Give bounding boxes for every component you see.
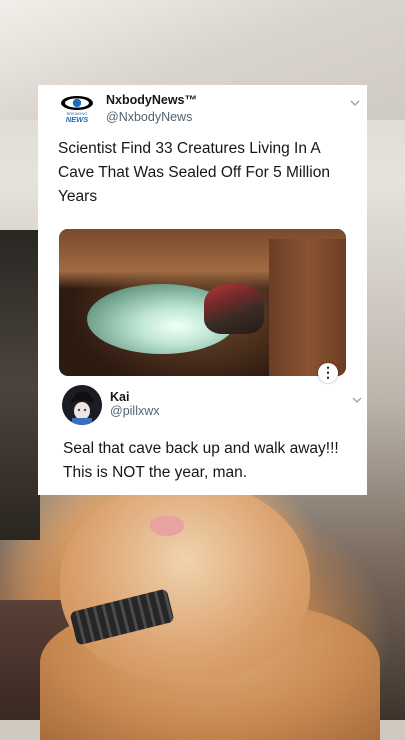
- cave-explorer: [204, 284, 264, 334]
- chevron-down-icon[interactable]: [348, 96, 362, 110]
- reply-header: Kai @pillxwx: [62, 385, 362, 427]
- breaking-news-logo[interactable]: BREAKING NEWS: [60, 93, 94, 124]
- chevron-down-icon[interactable]: [350, 393, 364, 407]
- svg-text:NEWS: NEWS: [66, 115, 89, 123]
- cave-wall: [269, 239, 346, 376]
- tweet-author-name[interactable]: NxbodyNews™: [106, 93, 197, 107]
- tweet-text: Scientist Find 33 Creatures Living In A …: [58, 140, 330, 205]
- background-window: [0, 230, 40, 540]
- more-vertical-icon[interactable]: ⋮: [318, 363, 338, 383]
- reply-author-handle[interactable]: @pillxwx: [110, 404, 160, 418]
- cat-head: [60, 480, 310, 680]
- tweet-header: BREAKING NEWS NxbodyNews™ @NxbodyNews: [60, 90, 360, 130]
- tweet-author-handle[interactable]: @NxbodyNews: [106, 110, 192, 124]
- tweet-card[interactable]: BREAKING NEWS NxbodyNews™ @NxbodyNews Sc…: [38, 85, 367, 495]
- reply-text: Seal that cave back up and walk away!!! …: [63, 440, 339, 481]
- reply-author-name[interactable]: Kai: [110, 390, 129, 404]
- cat-nose: [150, 516, 184, 536]
- tweet-media-image[interactable]: [59, 229, 346, 376]
- avatar[interactable]: [62, 385, 102, 425]
